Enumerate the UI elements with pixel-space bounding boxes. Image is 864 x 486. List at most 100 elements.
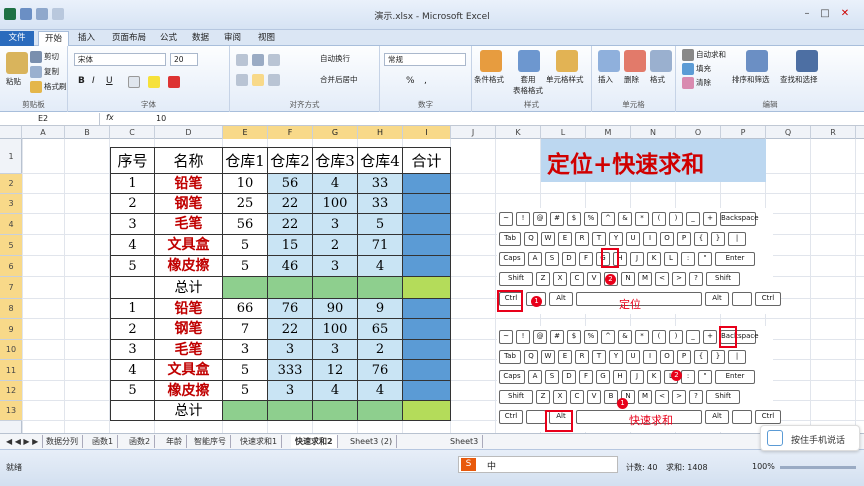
conditional-format-button[interactable]: 条件格式 (474, 74, 504, 85)
sheet-tab[interactable]: Sheet3 (2) (346, 435, 398, 448)
name-box[interactable]: E2 (0, 113, 100, 125)
serial-cell[interactable]: 2 (110, 194, 155, 214)
sheet-nav-arrows[interactable]: ◀ ◀ ▶ ▶ (2, 435, 44, 448)
fill-color-icon[interactable] (148, 76, 160, 88)
serial-cell[interactable]: 3 (110, 340, 155, 360)
stock-cell[interactable]: 5 (223, 360, 268, 381)
stock-cell[interactable]: 333 (268, 360, 313, 381)
find-select-button[interactable]: 查找和选择 (780, 74, 818, 85)
tab-page-layout[interactable]: 页面布局 (106, 31, 152, 46)
stock-cell[interactable]: 3 (223, 340, 268, 360)
serial-cell[interactable]: 2 (110, 319, 155, 340)
grand-total-cell[interactable] (403, 401, 451, 421)
stock-cell[interactable]: 3 (313, 340, 358, 360)
stock-cell[interactable]: 71 (358, 235, 403, 256)
column-header-D[interactable]: D (155, 126, 223, 139)
delete-cells-button[interactable]: 删除 (624, 74, 639, 85)
ime-mode-icon[interactable]: 中 (487, 459, 496, 472)
stock-cell[interactable]: 100 (313, 194, 358, 214)
insert-cells-icon[interactable] (598, 50, 620, 72)
paste-button[interactable]: 粘贴 (6, 76, 21, 87)
align-top-icon[interactable] (236, 54, 248, 66)
item-name-cell[interactable]: 橡皮擦 (155, 381, 223, 401)
column-header-N[interactable]: N (631, 126, 676, 139)
sheet-tab[interactable]: 快速求和1 (236, 435, 283, 448)
merge-center-button[interactable]: 合并后居中 (320, 74, 358, 85)
autosum-button[interactable]: 自动求和 (682, 49, 726, 61)
item-name-cell[interactable]: 铅笔 (155, 174, 223, 194)
column-header-A[interactable]: A (22, 126, 65, 139)
row-header-13[interactable]: 13 (0, 401, 22, 421)
cell-style-icon[interactable] (556, 50, 578, 72)
table-header-cell[interactable]: 名称 (155, 147, 223, 174)
stock-cell[interactable]: 15 (268, 235, 313, 256)
column-header-B[interactable]: B (65, 126, 110, 139)
column-header-O[interactable]: O (676, 126, 721, 139)
format-cells-icon[interactable] (650, 50, 672, 72)
sogou-icon[interactable]: S (461, 458, 476, 471)
table-header-cell[interactable]: 仓库3 (313, 147, 358, 174)
underline-button[interactable]: U (106, 76, 113, 86)
ime-toolbar[interactable]: S 中 (458, 456, 618, 473)
align-left-icon[interactable] (236, 74, 248, 86)
stock-cell[interactable]: 56 (268, 174, 313, 194)
stock-cell[interactable]: 22 (268, 194, 313, 214)
zoom-slider[interactable] (780, 466, 856, 469)
item-name-cell[interactable]: 钢笔 (155, 194, 223, 214)
stock-cell[interactable]: 7 (223, 319, 268, 340)
column-header-Q[interactable]: Q (766, 126, 811, 139)
table-header-cell[interactable]: 仓库4 (358, 147, 403, 174)
stock-cell[interactable]: 4 (358, 256, 403, 277)
total-cell[interactable] (403, 381, 451, 401)
stock-cell[interactable]: 25 (223, 194, 268, 214)
comma-button[interactable]: , (424, 76, 427, 86)
copy-button[interactable]: 复制 (30, 66, 59, 78)
serial-cell[interactable]: 3 (110, 214, 155, 235)
serial-cell[interactable]: 4 (110, 235, 155, 256)
total-cell[interactable] (403, 235, 451, 256)
bold-button[interactable]: B (78, 76, 85, 86)
sheet-tab[interactable]: 年龄 (162, 435, 187, 448)
item-name-cell[interactable]: 毛笔 (155, 214, 223, 235)
maximize-button[interactable]: □ (818, 8, 832, 20)
stock-cell[interactable]: 5 (223, 381, 268, 401)
column-header-I[interactable]: I (403, 126, 451, 139)
item-name-cell[interactable]: 毛笔 (155, 340, 223, 360)
row-header-6[interactable]: 6 (0, 256, 22, 277)
item-name-cell[interactable]: 文具盒 (155, 360, 223, 381)
column-header-M[interactable]: M (586, 126, 631, 139)
stock-cell[interactable]: 65 (358, 319, 403, 340)
total-cell[interactable] (403, 319, 451, 340)
italic-button[interactable]: I (92, 76, 95, 86)
cell-style-button[interactable]: 单元格样式 (546, 74, 584, 85)
column-header-F[interactable]: F (268, 126, 313, 139)
sort-filter-button[interactable]: 排序和筛选 (732, 74, 770, 85)
stock-cell[interactable]: 66 (223, 299, 268, 319)
insert-cells-button[interactable]: 插入 (598, 74, 613, 85)
serial-cell[interactable]: 1 (110, 174, 155, 194)
row-header-10[interactable]: 10 (0, 340, 22, 360)
format-painter-button[interactable]: 格式刷 (30, 81, 67, 93)
total-cell[interactable] (403, 360, 451, 381)
tab-view[interactable]: 视图 (252, 31, 281, 46)
item-name-cell[interactable]: 铅笔 (155, 299, 223, 319)
stock-cell[interactable]: 12 (313, 360, 358, 381)
row-header-12[interactable]: 12 (0, 381, 22, 401)
tab-home[interactable]: 开始 (38, 31, 70, 46)
format-cells-button[interactable]: 格式 (650, 74, 665, 85)
sheet-tab[interactable]: 函数1 (88, 435, 119, 448)
total-cell[interactable] (403, 340, 451, 360)
stock-cell[interactable]: 5 (223, 256, 268, 277)
sheet-tab[interactable]: 函数2 (125, 435, 156, 448)
paste-icon[interactable] (6, 52, 28, 74)
fill-button[interactable]: 填充 (682, 63, 711, 75)
column-sum-cell[interactable] (313, 401, 358, 421)
align-center-icon[interactable] (252, 74, 264, 86)
column-sum-cell[interactable] (223, 277, 268, 299)
item-name-cell[interactable]: 橡皮擦 (155, 256, 223, 277)
grand-total-cell[interactable] (403, 277, 451, 299)
row-header-5[interactable]: 5 (0, 235, 22, 256)
serial-cell[interactable]: 1 (110, 299, 155, 319)
zoom-level[interactable]: 100% (752, 462, 775, 471)
total-cell[interactable] (403, 194, 451, 214)
